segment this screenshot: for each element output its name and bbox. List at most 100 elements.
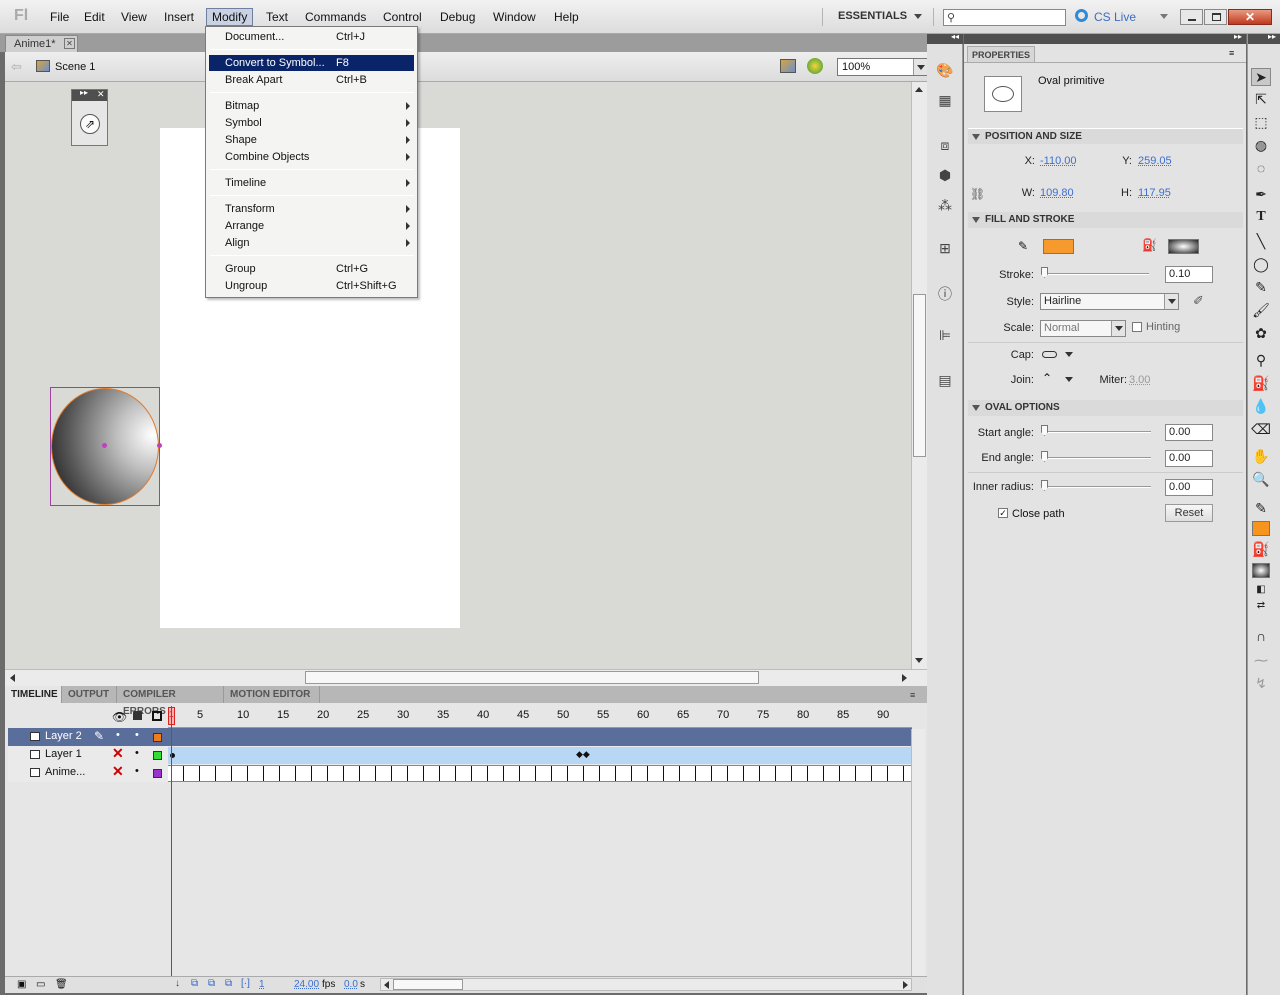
panel-menu-icon[interactable]: ≡	[1229, 48, 1234, 58]
layer-row[interactable]: Anime... ✕ •	[8, 764, 912, 782]
lock-dot[interactable]: •	[135, 765, 139, 777]
edit-symbols-icon[interactable]	[807, 58, 823, 74]
chevron-down-icon[interactable]	[913, 59, 927, 75]
lock-dot[interactable]: •	[135, 729, 139, 741]
current-frame[interactable]: 1	[259, 979, 265, 990]
tab-compiler-errors[interactable]: COMPILER ERRORS	[117, 686, 224, 703]
join-icon[interactable]: ⌃	[1042, 371, 1052, 385]
center-frame-icon[interactable]: ↓	[175, 978, 180, 989]
onion-outline-icon[interactable]: ⧉	[208, 978, 215, 989]
layer-name[interactable]: Layer 1	[45, 748, 82, 760]
chevron-down-icon[interactable]	[1065, 352, 1073, 357]
edit-stroke-style-icon[interactable]: ✐	[1193, 293, 1204, 309]
menu-commands[interactable]: Commands	[300, 9, 371, 25]
floating-panel-header[interactable]: ▸▸ ✕	[72, 90, 107, 101]
menu-item-break-apart[interactable]: Break Apart Ctrl+B	[209, 72, 414, 88]
dock-header[interactable]: ◂◂	[927, 34, 963, 44]
zoom-select[interactable]: 100%	[837, 58, 928, 76]
menu-item-group[interactable]: Group Ctrl+G	[209, 261, 414, 277]
scroll-down-icon[interactable]	[915, 658, 923, 663]
scale-select[interactable]: Normal	[1040, 320, 1126, 337]
menu-item-transform[interactable]: Transform	[209, 201, 414, 217]
menu-item-shape[interactable]: Shape	[209, 132, 414, 148]
timeline-vertical-scrollbar[interactable]	[911, 729, 925, 977]
hinting-checkbox[interactable]	[1132, 322, 1142, 332]
delete-icon[interactable]: 🗑	[55, 979, 68, 990]
new-layer-icon[interactable]: ▣	[17, 979, 26, 990]
close-icon[interactable]: ✕	[97, 89, 105, 100]
scroll-up-icon[interactable]	[915, 87, 923, 92]
onion-skin-icon[interactable]: ⧉	[191, 978, 198, 989]
end-angle-input[interactable]: 0.00	[1165, 450, 1213, 467]
menu-item-combine-objects[interactable]: Combine Objects	[209, 149, 414, 165]
scroll-right-icon[interactable]	[903, 981, 908, 989]
transform-icon[interactable]: ⇗	[80, 114, 100, 134]
brush-tool-icon[interactable]: 🖌	[1251, 302, 1271, 320]
help-search-input[interactable]: ⚲	[943, 9, 1066, 26]
menu-item-document[interactable]: Document... Ctrl+J	[209, 29, 414, 45]
new-folder-icon[interactable]: ▭	[36, 979, 45, 990]
menu-item-bitmap[interactable]: Bitmap	[209, 98, 414, 114]
section-oval-options[interactable]: OVAL OPTIONS	[968, 400, 1243, 416]
start-angle-slider-track[interactable]	[1042, 431, 1151, 433]
layer-row[interactable]: Layer 1 ✕ • ◆◆	[8, 746, 912, 764]
menu-window[interactable]: Window	[488, 9, 541, 25]
section-position-size[interactable]: POSITION AND SIZE	[968, 128, 1243, 144]
minimize-button[interactable]	[1180, 9, 1203, 25]
bone-tool-icon[interactable]: ⚲	[1251, 352, 1271, 370]
chevron-down-icon[interactable]	[914, 14, 922, 19]
edit-scene-icon[interactable]	[780, 59, 796, 73]
cap-icon[interactable]	[1042, 351, 1057, 358]
tab-motion-editor[interactable]: MOTION EDITOR	[224, 686, 320, 703]
layer-frames[interactable]	[168, 765, 912, 782]
reset-button[interactable]: Reset	[1165, 504, 1213, 522]
expand-icon[interactable]: ▸▸	[80, 88, 88, 97]
scroll-right-icon[interactable]	[902, 674, 907, 682]
timeline-horizontal-scrollbar[interactable]	[380, 978, 912, 991]
workspace-switcher[interactable]: ESSENTIALS	[838, 10, 907, 22]
motion-presets-icon[interactable]: ⁂	[934, 197, 956, 219]
color-palette-icon[interactable]: 🎨	[934, 62, 956, 84]
tool-stroke-color-swatch[interactable]	[1252, 521, 1270, 536]
close-tab-icon[interactable]: ✕	[64, 38, 75, 49]
document-tab[interactable]: Anime1* ✕	[5, 35, 78, 52]
edit-multiple-frames-icon[interactable]: ⧉	[225, 978, 232, 989]
eye-icon[interactable]: 👁	[112, 710, 127, 724]
menu-text[interactable]: Text	[261, 9, 293, 25]
tab-properties[interactable]: PROPERTIES	[967, 46, 1035, 63]
vertical-scroll-thumb[interactable]	[913, 294, 926, 457]
stroke-color-swatch[interactable]	[1043, 239, 1074, 254]
cs-live-button[interactable]: CS Live	[1094, 10, 1136, 24]
paint-bucket-tool-icon[interactable]: ⛽	[1251, 375, 1271, 393]
lock-dot[interactable]: •	[135, 747, 139, 759]
menu-item-timeline[interactable]: Timeline	[209, 175, 414, 191]
menu-item-arrange[interactable]: Arrange	[209, 218, 414, 234]
snap-to-objects-icon[interactable]: ∩	[1251, 628, 1271, 646]
menu-insert[interactable]: Insert	[159, 9, 199, 25]
3d-rotation-tool-icon[interactable]: ◍	[1251, 137, 1271, 155]
transform-panel-icon[interactable]: ⊞	[934, 240, 956, 262]
pencil-tool-icon[interactable]: ✎	[1251, 279, 1271, 297]
inner-radius-slider-track[interactable]	[1042, 486, 1151, 488]
components-icon[interactable]: ⬢	[934, 167, 956, 189]
menu-item-align[interactable]: Align	[209, 235, 414, 251]
menu-modify[interactable]: Modify	[206, 8, 253, 26]
panel-menu-icon[interactable]: ≡	[910, 690, 915, 700]
close-button[interactable]: ✕	[1228, 9, 1272, 25]
selection-tool-icon[interactable]: ➤	[1251, 68, 1271, 86]
w-value[interactable]: 109.80	[1040, 187, 1074, 199]
expand-icon[interactable]: ▸▸	[1268, 32, 1276, 41]
menu-item-ungroup[interactable]: Ungroup Ctrl+Shift+G	[209, 278, 414, 294]
menu-debug[interactable]: Debug	[435, 9, 480, 25]
vertical-scrollbar[interactable]	[911, 82, 927, 669]
x-value[interactable]: -110.00	[1040, 155, 1077, 167]
visibility-dot[interactable]: •	[116, 729, 120, 741]
swap-colors-icon[interactable]: ⇄	[1251, 600, 1271, 618]
stroke-input[interactable]: 0.10	[1165, 266, 1213, 283]
text-tool-icon[interactable]: T	[1251, 209, 1271, 227]
end-angle-slider-track[interactable]	[1042, 457, 1151, 459]
y-value[interactable]: 259.05	[1138, 155, 1172, 167]
start-angle-input[interactable]: 0.00	[1165, 424, 1213, 441]
hand-tool-icon[interactable]: ✋	[1251, 448, 1271, 466]
layer-row[interactable]: Layer 2 ✎ • •	[8, 728, 912, 746]
